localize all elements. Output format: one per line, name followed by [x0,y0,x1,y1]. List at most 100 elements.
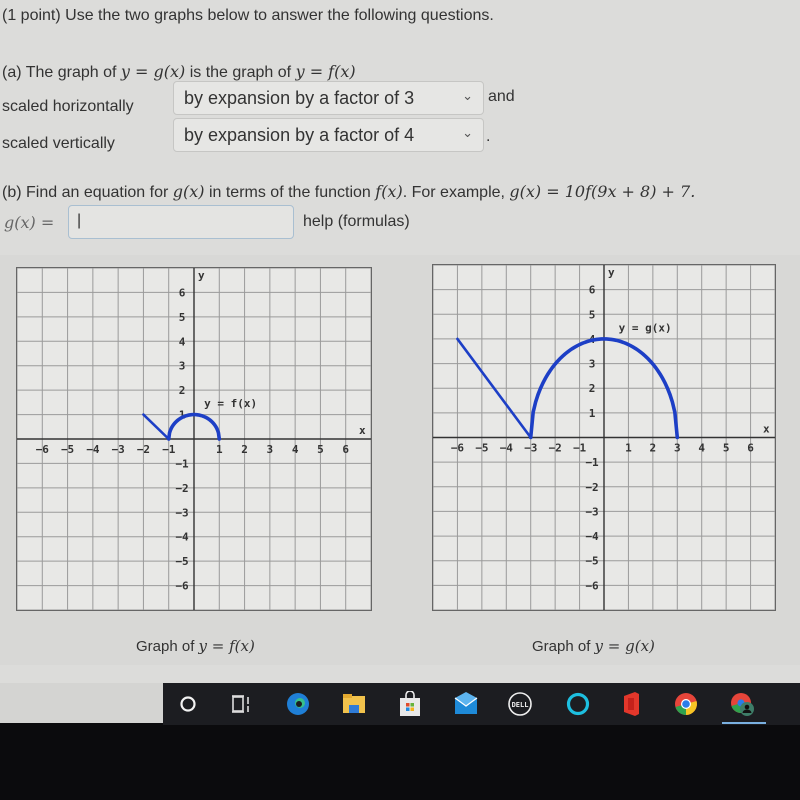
part-a-prefix: (a) The graph of [2,64,121,81]
curve-line-segment [142,413,171,441]
x-tick-label: −6 [451,442,465,455]
taskbar: DELL [163,683,800,725]
answer-label: g(x) = [4,213,55,232]
y-axis-label: y [198,269,205,282]
active-app-indicator [722,722,766,724]
part-b-example-eq: g(x) = 10f(9x + 8) + 7. [509,182,696,201]
part-b-example-prefix: . For example, [402,184,510,201]
caption-g-prefix: Graph of [532,638,595,655]
y-tick-label: −2 [175,482,188,495]
answer-input[interactable]: | [68,205,294,239]
problem-intro: (1 point) Use the two graphs below to an… [2,7,494,24]
chrome-icon[interactable] [673,691,699,717]
vertical-scale-value: by expansion by a factor of 4 [184,125,415,145]
y-tick-label: 5 [589,308,596,321]
y-tick-label: 3 [179,360,186,373]
y-tick-label: −5 [585,555,598,568]
dell-icon[interactable]: DELL [507,691,533,717]
horizontal-scale-select[interactable]: by expansion by a factor of 3 ⌄ [173,81,484,115]
y-tick-label: −1 [585,456,599,469]
part-a-statement: (a) The graph of y = g(x) is the graph o… [2,62,356,82]
x-tick-label: −5 [475,442,488,455]
x-tick-label: 1 [625,442,632,455]
office-icon[interactable] [618,691,644,717]
help-formulas-link[interactable]: help (formulas) [303,213,410,231]
x-tick-label: −1 [573,442,587,455]
y-tick-label: −6 [585,579,599,592]
x-tick-label: 5 [317,443,324,456]
chrome-profile-icon[interactable] [729,691,755,717]
part-b-fx: f(x) [375,182,403,201]
x-tick-label: −1 [162,443,176,456]
mail-icon[interactable] [453,691,479,717]
webwork-page: (1 point) Use the two graphs below to an… [0,0,800,683]
y-tick-label: −5 [175,555,188,568]
caption-f: Graph of y = f(x) [136,637,255,655]
dell-text: DELL [512,701,529,709]
y-tick-label: 2 [179,384,186,397]
curve-label: y = g(x) [619,322,672,335]
part-b-gx: g(x) [172,182,205,201]
y-tick-label: −6 [175,580,189,593]
search-icon[interactable] [175,691,201,717]
x-tick-label: −4 [500,442,514,455]
y-tick-label: 3 [589,358,596,371]
x-tick-label: 3 [674,442,681,455]
chevron-down-icon: ⌄ [462,88,473,103]
taskbar-search-area[interactable] [0,683,163,723]
caption-g-eq: y = g(x) [594,637,655,655]
edge-icon[interactable] [285,691,311,717]
part-a-eq-g: y = g(x) [120,62,186,81]
file-explorer-icon[interactable] [341,691,367,717]
y-tick-label: −4 [175,531,189,544]
x-tick-label: −3 [112,443,125,456]
y-tick-label: 5 [179,311,186,324]
chevron-down-icon: ⌄ [462,125,473,140]
part-b-middle: in terms of the function [204,184,376,201]
graph-f: −6 −5 −4 −3 −2 −1 1 2 3 4 5 6−6−5−4−3−2−1123456xyy … [16,267,372,611]
period-text: . [486,128,491,145]
y-tick-label: −1 [175,457,189,470]
part-a-eq-f: y = f(x) [295,62,356,81]
x-tick-label: −6 [36,443,50,456]
x-tick-label: −4 [86,443,100,456]
x-tick-label: 4 [698,442,705,455]
x-tick-label: 2 [241,443,248,456]
caption-g: Graph of y = g(x) [532,637,655,655]
caption-f-prefix: Graph of [136,638,199,655]
curve-label: y = f(x) [204,397,257,410]
x-tick-label: 2 [650,442,657,455]
x-tick-label: 6 [342,443,349,456]
x-axis-label: x [763,423,770,436]
x-tick-label: 1 [216,443,223,456]
y-tick-label: 1 [589,407,596,420]
vertical-scale-select[interactable]: by expansion by a factor of 4 ⌄ [173,118,484,152]
part-b-statement: (b) Find an equation for g(x) in terms o… [2,182,695,202]
caption-f-eq: y = f(x) [198,637,255,655]
x-axis-label: x [359,424,366,437]
y-tick-label: 6 [179,286,186,299]
x-tick-label: −2 [549,442,562,455]
x-tick-label: −3 [524,442,537,455]
horizontal-scale-label: scaled horizontally [2,98,134,115]
y-axis-label: y [608,266,615,279]
alexa-icon[interactable] [565,691,591,717]
y-tick-label: 2 [589,382,596,395]
x-tick-label: 5 [723,442,730,455]
part-b-prefix: (b) Find an equation for [2,184,173,201]
and-text: and [488,88,515,105]
y-tick-label: −2 [585,481,598,494]
graph-g: −6 −5 −4 −3 −2 −1 1 2 3 4 5 6−6−5−4−3−2−1123456xyy … [432,264,776,611]
y-tick-label: 4 [179,335,186,348]
y-tick-label: −4 [585,530,599,543]
x-tick-label: 3 [267,443,274,456]
horizontal-scale-value: by expansion by a factor of 3 [184,88,415,108]
store-icon[interactable] [397,691,423,717]
y-tick-label: 6 [589,284,596,297]
text-cursor: | [77,212,82,229]
vertical-scale-label: scaled vertically [2,135,115,152]
y-tick-label: −3 [585,505,598,518]
task-view-icon[interactable] [229,691,255,717]
part-a-middle: is the graph of [185,64,296,81]
graphs-area: −6 −5 −4 −3 −2 −1 1 2 3 4 5 6 −6 −5 −4 −3 −2 −1 1 2 3 4 5 6 x y y … [0,255,800,665]
